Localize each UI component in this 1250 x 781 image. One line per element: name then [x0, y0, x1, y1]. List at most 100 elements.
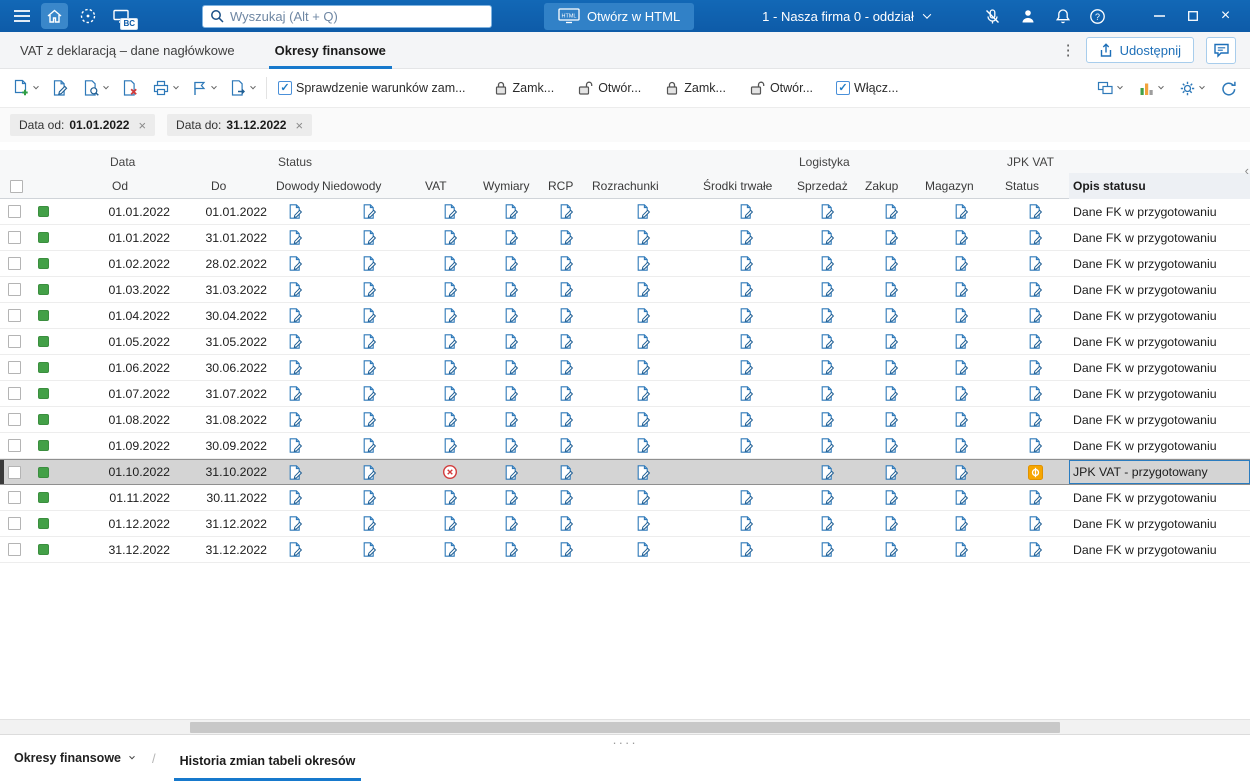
maximize-button[interactable]: [1176, 0, 1209, 32]
table-row[interactable]: 01.06.2022 30.06.2022 Dane FK w przygoto…: [0, 355, 1250, 381]
window-layout-button[interactable]: [1095, 77, 1124, 99]
row-checkbox[interactable]: [7, 465, 21, 479]
column-header-opis-statusu[interactable]: Opis statusu: [1069, 173, 1250, 199]
flag-button[interactable]: [189, 77, 218, 100]
more-options-button[interactable]: ⋮: [1051, 41, 1086, 59]
table-row[interactable]: 01.09.2022 30.09.2022 Dane FK w przygoto…: [0, 433, 1250, 459]
tab-vat-z-deklaracja[interactable]: VAT z deklaracją – dane nagłówkowe: [14, 32, 241, 69]
row-checkbox[interactable]: [7, 517, 21, 530]
company-selector[interactable]: 1 - Nasza firma 0 - oddział: [762, 9, 932, 24]
print-button[interactable]: [150, 76, 180, 100]
edit-document-icon: [1029, 412, 1042, 427]
table-row[interactable]: 31.12.2022 31.12.2022 Dane FK w przygoto…: [0, 537, 1250, 563]
feedback-button[interactable]: [1206, 36, 1236, 64]
filter-date-to-chip[interactable]: Data do: 31.12.2022 ×: [167, 114, 313, 136]
row-checkbox[interactable]: [7, 335, 21, 348]
row-checkbox[interactable]: [7, 361, 21, 374]
column-header-niedowody[interactable]: Niedowody: [318, 173, 421, 199]
table-row[interactable]: 01.11.2022 30.11.2022 Dane FK w przygoto…: [0, 485, 1250, 511]
splitter-grip-icon[interactable]: ····: [612, 736, 637, 749]
table-row[interactable]: 01.05.2022 31.05.2022 Dane FK w przygoto…: [0, 329, 1250, 355]
column-header-magazyn[interactable]: Magazyn: [921, 173, 1001, 199]
column-header-rozrachunki[interactable]: Rozrachunki: [588, 173, 699, 199]
chart-button[interactable]: [1136, 77, 1165, 99]
export-button[interactable]: [227, 76, 257, 100]
column-header-srodki-trwale[interactable]: Środki trwałe: [699, 173, 793, 199]
edit-document-icon: [637, 204, 651, 219]
open-period-button[interactable]: Otwór...: [575, 77, 643, 99]
footer-period-selector[interactable]: Okresy finansowe: [14, 735, 135, 781]
column-header-dowody[interactable]: Dowody: [272, 173, 319, 199]
table-row[interactable]: 01.10.2022 31.10.2022 JPK VAT - przygoto…: [0, 459, 1250, 485]
remove-filter-icon[interactable]: ×: [138, 118, 146, 133]
horizontal-scrollbar[interactable]: [0, 719, 1250, 734]
bc-app-button[interactable]: BC: [107, 3, 138, 30]
export-document-icon: [229, 79, 247, 97]
home-button[interactable]: [41, 3, 68, 29]
column-header-zakup[interactable]: Zakup: [861, 173, 921, 199]
filter-date-from-chip[interactable]: Data od: 01.01.2022 ×: [10, 114, 156, 136]
row-checkbox[interactable]: [7, 231, 21, 244]
search-input[interactable]: [230, 8, 484, 24]
remove-filter-icon[interactable]: ×: [295, 118, 303, 133]
edit-document-icon: [821, 490, 834, 505]
refresh-button[interactable]: [1218, 77, 1240, 100]
close-button[interactable]: ×: [1209, 0, 1242, 32]
check-close-conditions-checkbox[interactable]: ✓ Sprawdzenie warunków zam...: [276, 78, 468, 98]
column-header-od[interactable]: Od: [104, 173, 175, 199]
edit-document-icon: [740, 282, 753, 297]
table-row[interactable]: 01.08.2022 31.08.2022 Dane FK w przygoto…: [0, 407, 1250, 433]
voice-assistant-off-button[interactable]: [979, 3, 1006, 29]
help-button[interactable]: ?: [1084, 3, 1111, 29]
footer-tab-historia-zmian[interactable]: Historia zmian tabeli okresów: [173, 743, 362, 781]
assistant-button[interactable]: [74, 3, 101, 29]
row-checkbox[interactable]: [7, 413, 21, 426]
open-in-html-button[interactable]: HTML Otwórz w HTML: [544, 2, 695, 30]
table-row[interactable]: 01.03.2022 31.03.2022 Dane FK w przygoto…: [0, 277, 1250, 303]
open-period-2-button[interactable]: Otwór...: [747, 77, 815, 99]
global-search[interactable]: [202, 4, 492, 28]
edit-document-icon: [955, 386, 968, 401]
new-record-button[interactable]: [10, 76, 40, 100]
row-checkbox[interactable]: [7, 283, 21, 296]
preview-record-button[interactable]: [80, 76, 110, 100]
scrollbar-thumb[interactable]: [190, 722, 1060, 733]
row-checkbox[interactable]: [7, 205, 21, 218]
edit-document-icon: [289, 464, 302, 480]
row-checkbox[interactable]: [7, 543, 21, 556]
table-row[interactable]: 01.07.2022 31.07.2022 Dane FK w przygoto…: [0, 381, 1250, 407]
menu-button[interactable]: [8, 3, 35, 29]
edit-document-icon: [637, 412, 651, 427]
row-checkbox[interactable]: [7, 257, 21, 270]
delete-record-button[interactable]: [119, 76, 141, 100]
notifications-button[interactable]: [1049, 3, 1076, 29]
column-header-do[interactable]: Do: [203, 173, 272, 199]
table-row[interactable]: 01.01.2022 31.01.2022 Dane FK w przygoto…: [0, 225, 1250, 251]
column-header-sprzedaz[interactable]: Sprzedaż: [793, 173, 861, 199]
column-header-rcp[interactable]: RCP: [544, 173, 588, 199]
select-all-checkbox[interactable]: [9, 179, 23, 193]
table-row[interactable]: 01.02.2022 28.02.2022 Dane FK w przygoto…: [0, 251, 1250, 277]
settings-button[interactable]: [1177, 77, 1206, 100]
table-row[interactable]: 01.04.2022 30.04.2022 Dane FK w przygoto…: [0, 303, 1250, 329]
edit-document-icon: [955, 490, 968, 505]
share-button[interactable]: Udostępnij: [1085, 37, 1194, 63]
tab-okresy-finansowe[interactable]: Okresy finansowe: [268, 32, 393, 69]
table-row[interactable]: 01.01.2022 01.01.2022 Dane FK w przygoto…: [0, 199, 1250, 225]
collapse-panel-icon[interactable]: ‹: [1245, 164, 1249, 177]
user-button[interactable]: [1014, 3, 1041, 29]
column-header-status[interactable]: Status: [1001, 173, 1069, 199]
column-header-vat[interactable]: VAT: [421, 173, 479, 199]
row-checkbox[interactable]: [7, 439, 21, 452]
close-period-2-button[interactable]: Zamk...: [662, 77, 728, 99]
minimize-button[interactable]: [1143, 0, 1176, 32]
row-checkbox[interactable]: [7, 309, 21, 322]
enable-checkbox[interactable]: ✓ Włącz...: [834, 78, 900, 98]
row-checkbox[interactable]: [7, 387, 21, 400]
edit-document-icon: [363, 282, 377, 297]
column-header-wymiary[interactable]: Wymiary: [479, 173, 544, 199]
close-period-button[interactable]: Zamk...: [491, 77, 557, 99]
table-row[interactable]: 01.12.2022 31.12.2022 Dane FK w przygoto…: [0, 511, 1250, 537]
row-checkbox[interactable]: [7, 491, 21, 504]
edit-record-button[interactable]: [49, 76, 71, 100]
